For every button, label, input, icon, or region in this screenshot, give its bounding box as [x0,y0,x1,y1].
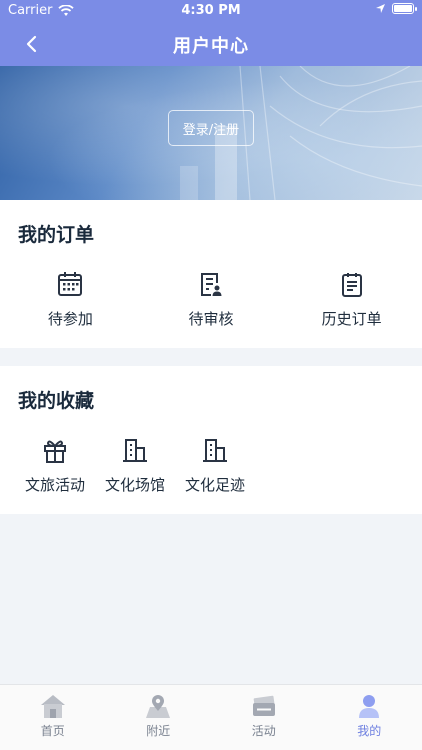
tab-label: 我的 [357,724,382,738]
fav-item-label: 文旅活动 [24,476,85,494]
my-favorites-card: 我的收藏 文旅活动 文化场馆 文化足迹 [0,366,422,514]
home-icon [40,695,65,718]
fav-item-label: 文化足迹 [184,476,245,494]
fav-item-label: 文化场馆 [104,476,165,494]
building-icon [123,439,147,462]
nav-bar: 用户中心 [0,22,422,66]
order-history[interactable]: 历史订单 [281,270,422,329]
calendar-icon [58,272,83,296]
battery-icon [392,3,417,14]
order-pending-attend[interactable]: 待参加 [0,270,141,329]
building-icon [203,439,227,462]
page-title: 用户中心 [173,36,249,57]
my-favorites-title: 我的收藏 [18,390,95,412]
order-item-label: 待参加 [47,310,93,328]
fav-culture-travel-activities[interactable]: 文旅活动 [18,436,92,495]
status-bar: Carrier 4:30 PM [0,0,422,22]
tab-nearby[interactable]: 附近 [106,685,212,750]
bottom-tab-bar: 首页 附近 活动 我的 [0,684,422,750]
user-icon [359,695,380,718]
location-arrow-icon [376,4,385,13]
history-list-icon [341,273,362,297]
map-pin-icon [146,695,171,718]
my-orders-card: 我的订单 待参加 待审核 历史订单 [0,200,422,348]
my-orders-title: 我的订单 [18,224,95,246]
review-document-icon [200,273,222,296]
status-time: 4:30 PM [181,3,241,18]
order-item-label: 历史订单 [321,310,382,328]
tab-label: 首页 [40,724,65,738]
order-item-label: 待审核 [188,310,234,328]
profile-hero-banner: 登录/注册 [0,66,422,200]
orders-row: 待参加 待审核 历史订单 [0,270,422,329]
status-right [375,3,417,14]
fav-cultural-footprints[interactable]: 文化足迹 [178,436,252,495]
top-bar: Carrier 4:30 PM 用户中心 [0,0,422,66]
login-register-button[interactable]: 登录/注册 [168,110,254,146]
order-pending-review[interactable]: 待审核 [141,270,282,329]
tab-label: 附近 [146,724,171,738]
tab-activities[interactable]: 活动 [211,685,317,750]
fav-cultural-venues[interactable]: 文化场馆 [98,436,172,495]
tab-label: 活动 [251,724,276,738]
ticket-icon [252,695,275,716]
tab-home[interactable]: 首页 [0,685,106,750]
tab-mine[interactable]: 我的 [317,685,422,750]
favorites-row: 文旅活动 文化场馆 文化足迹 [18,436,252,495]
gift-icon [44,440,66,463]
